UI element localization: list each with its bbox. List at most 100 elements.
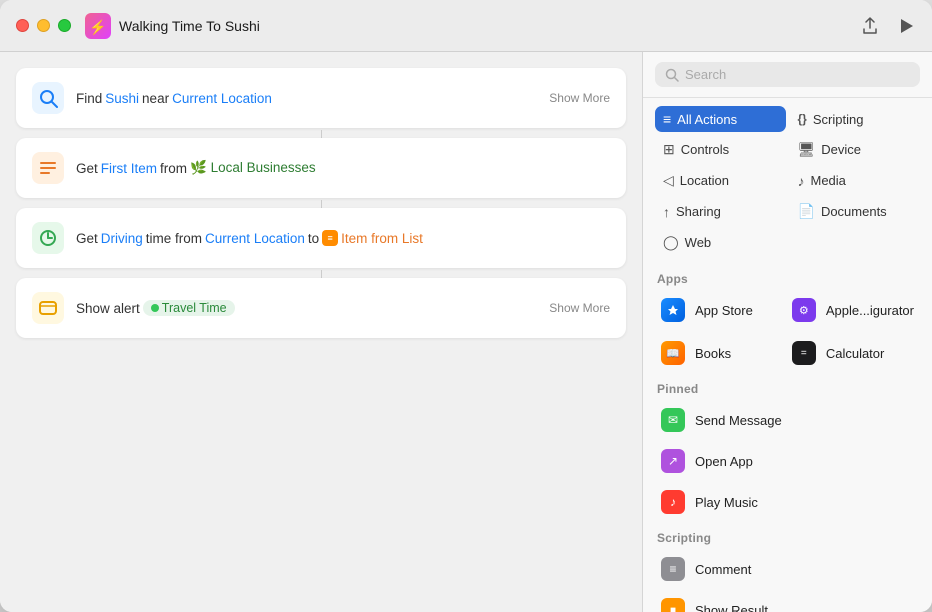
time-from-text: time from <box>146 231 202 246</box>
web-icon: ◯ <box>663 234 679 251</box>
main-window: ⚡ Walking Time To Sushi <box>0 0 932 612</box>
category-device-label: Device <box>821 142 861 157</box>
category-location-label: Location <box>680 173 729 188</box>
main-content: Find Sushi near Current Location Show Mo… <box>0 52 932 612</box>
books-label: Books <box>695 346 731 361</box>
comment-icon: ≡ <box>661 557 685 581</box>
title-actions <box>860 16 916 36</box>
action-send-message[interactable]: ✉ Send Message <box>651 400 924 440</box>
category-scripting[interactable]: {} Scripting <box>790 106 921 132</box>
find-sushi-token[interactable]: Sushi <box>105 91 139 106</box>
show-result-icon: ■ <box>661 598 685 612</box>
alert-show-more[interactable]: Show More <box>549 301 610 315</box>
category-web-label: Web <box>685 235 712 250</box>
scripting-icon: {} <box>798 112 807 126</box>
all-actions-icon: ≡ <box>663 111 671 127</box>
step-show-alert[interactable]: Show alert Travel Time Show More <box>16 278 626 338</box>
step-get-driving[interactable]: Get Driving time from Current Location t… <box>16 208 626 268</box>
app-icon: ⚡ <box>85 13 111 39</box>
find-show-more[interactable]: Show More <box>549 91 610 105</box>
play-music-label: Play Music <box>695 495 758 510</box>
from-text: from <box>160 161 187 176</box>
categories-row: ≡ All Actions {} Scripting ⊞ Controls 🖥 … <box>643 98 932 264</box>
current-location-token-1[interactable]: Current Location <box>172 91 272 106</box>
action-show-result[interactable]: ■ Show Result <box>651 590 924 612</box>
books-icon: 📖 <box>661 341 685 365</box>
action-open-app[interactable]: ↗ Open App <box>651 441 924 481</box>
search-input-wrap[interactable] <box>655 62 920 87</box>
apple-configurator-label: Apple...igurator <box>826 303 914 318</box>
category-media[interactable]: ♪ Media <box>790 167 921 194</box>
to-text: to <box>308 231 319 246</box>
connector-1 <box>16 130 626 138</box>
maximize-button[interactable] <box>58 19 71 32</box>
action-calculator[interactable]: = Calculator <box>782 333 924 373</box>
category-documents-label: Documents <box>821 204 887 219</box>
apps-section-header: Apps <box>651 264 924 290</box>
get-text: Get <box>76 161 98 176</box>
step-alert-content: Show alert Travel Time <box>76 300 549 316</box>
category-documents[interactable]: 📄 Documents <box>790 198 921 225</box>
action-comment[interactable]: ≡ Comment <box>651 549 924 589</box>
first-item-token[interactable]: First Item <box>101 161 157 176</box>
comment-label: Comment <box>695 562 751 577</box>
send-message-icon: ✉ <box>661 408 685 432</box>
documents-icon: 📄 <box>798 203 815 220</box>
category-sharing[interactable]: ↑ Sharing <box>655 198 786 225</box>
action-apple-configurator[interactable]: ⚙ Apple...igurator <box>782 290 924 330</box>
action-app-store[interactable]: App Store <box>651 290 780 330</box>
category-web[interactable]: ◯ Web <box>655 229 786 256</box>
controls-icon: ⊞ <box>663 141 675 158</box>
category-location[interactable]: ◁ Location <box>655 167 786 194</box>
calculator-icon: = <box>792 341 816 365</box>
step-driving-icon <box>32 222 64 254</box>
search-input[interactable] <box>685 67 910 82</box>
action-books[interactable]: 📖 Books <box>651 333 780 373</box>
category-device[interactable]: 🖥 Device <box>790 136 921 163</box>
get-text-2: Get <box>76 231 98 246</box>
scripting-section-header: Scripting <box>651 523 924 549</box>
open-app-label: Open App <box>695 454 753 469</box>
share-button[interactable] <box>860 16 880 36</box>
current-location-token-2[interactable]: Current Location <box>205 231 305 246</box>
close-button[interactable] <box>16 19 29 32</box>
actions-panel: ≡ All Actions {} Scripting ⊞ Controls 🖥 … <box>642 52 932 612</box>
category-all-actions[interactable]: ≡ All Actions <box>655 106 786 132</box>
step-find[interactable]: Find Sushi near Current Location Show Mo… <box>16 68 626 128</box>
travel-time-label: Travel Time <box>162 301 227 315</box>
show-alert-text: Show alert <box>76 301 140 316</box>
search-bar <box>643 52 932 98</box>
media-icon: ♪ <box>798 173 805 189</box>
action-play-music[interactable]: ♪ Play Music <box>651 482 924 522</box>
pill-dot <box>151 304 159 312</box>
connector-3 <box>16 270 626 278</box>
device-icon: 🖥 <box>798 141 816 158</box>
workflow-panel: Find Sushi near Current Location Show Mo… <box>0 52 642 612</box>
minimize-button[interactable] <box>37 19 50 32</box>
apple-configurator-icon: ⚙ <box>792 298 816 322</box>
pinned-section-header: Pinned <box>651 374 924 400</box>
location-icon: ◁ <box>663 172 674 189</box>
item-from-list-token[interactable]: ≡ Item from List <box>322 230 423 246</box>
local-businesses-token[interactable]: 🌿 Local Businesses <box>190 160 316 176</box>
category-all-actions-label: All Actions <box>677 112 737 127</box>
item-from-list-text: Item from List <box>341 231 423 246</box>
travel-time-pill[interactable]: Travel Time <box>143 300 235 316</box>
app-store-label: App Store <box>695 303 753 318</box>
category-scripting-label: Scripting <box>813 112 864 127</box>
search-icon <box>665 68 679 82</box>
connector-2 <box>16 200 626 208</box>
driving-token[interactable]: Driving <box>101 231 143 246</box>
run-button[interactable] <box>896 16 916 36</box>
category-sharing-label: Sharing <box>676 204 721 219</box>
app-store-icon <box>661 298 685 322</box>
show-result-label: Show Result <box>695 603 768 612</box>
step-get-item[interactable]: Get First Item from 🌿 Local Businesses <box>16 138 626 198</box>
category-controls[interactable]: ⊞ Controls <box>655 136 786 163</box>
step-get-content: Get First Item from 🌿 Local Businesses <box>76 160 610 176</box>
titlebar: ⚡ Walking Time To Sushi <box>0 0 932 52</box>
item-list-icon: ≡ <box>322 230 338 246</box>
send-message-label: Send Message <box>695 413 782 428</box>
category-media-label: Media <box>811 173 846 188</box>
step-get-icon <box>32 152 64 184</box>
